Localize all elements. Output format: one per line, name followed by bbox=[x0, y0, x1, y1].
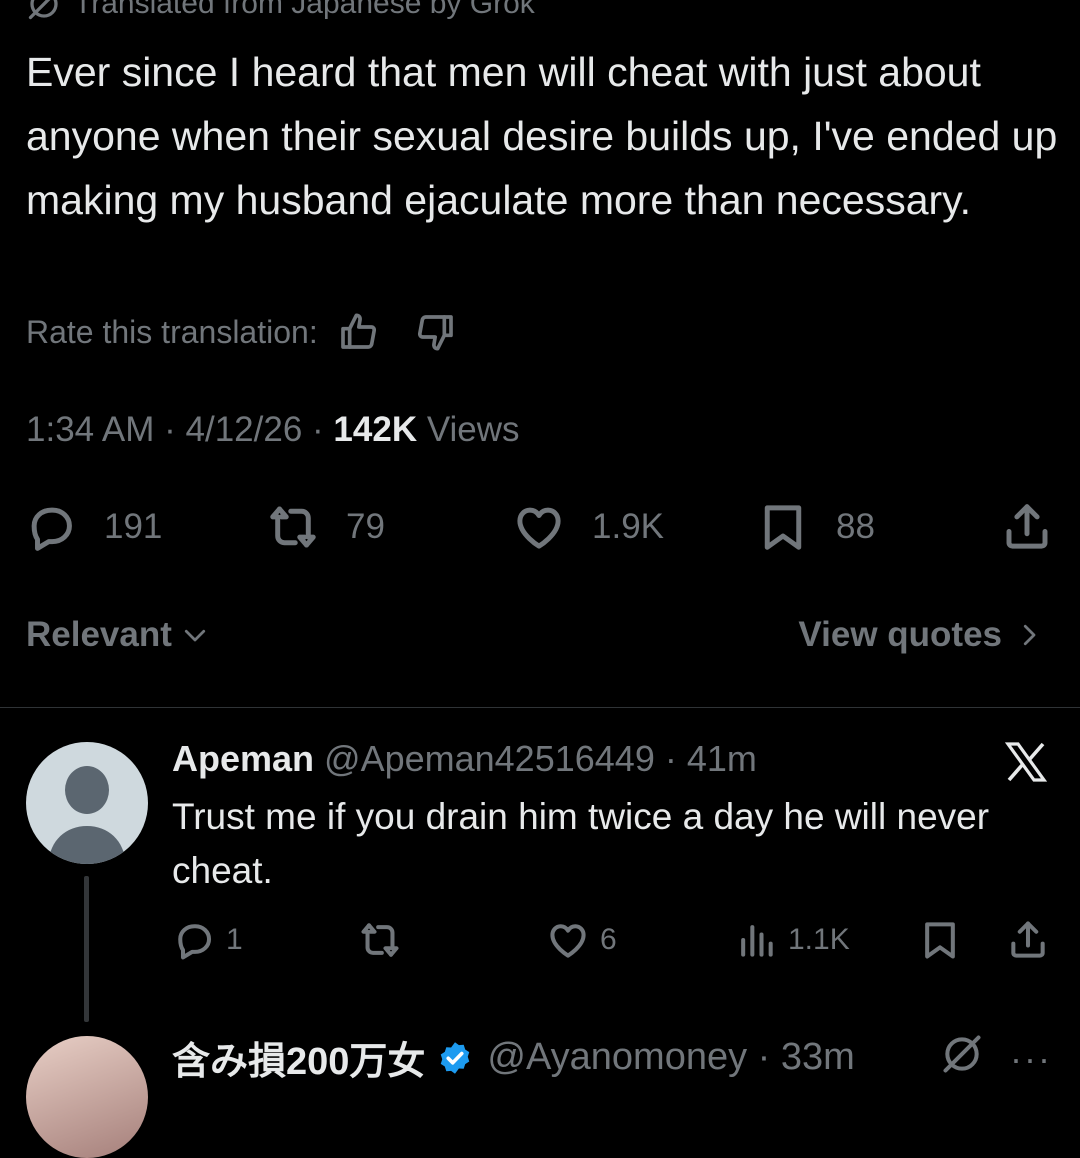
tweet-text: Ever since I heard that men will cheat w… bbox=[26, 49, 1058, 223]
default-avatar-icon bbox=[48, 766, 126, 864]
tweet-meta: 1:34 AM · 4/12/26 · 142K Views bbox=[26, 410, 520, 449]
reply-action-bar: 1 6 1.1K bbox=[0, 918, 1080, 964]
share-button[interactable] bbox=[1000, 500, 1054, 554]
sort-dropdown[interactable]: Relevant bbox=[26, 615, 210, 655]
reply2-author-handle[interactable]: @Ayanomoney · 33m bbox=[487, 1036, 854, 1079]
views-count: 142K bbox=[333, 410, 418, 449]
sort-label: Relevant bbox=[26, 615, 172, 654]
grok-icon bbox=[28, 0, 58, 20]
view-quotes-label: View quotes bbox=[798, 615, 1002, 654]
thumbs-up-icon[interactable] bbox=[338, 312, 378, 352]
bookmark-icon bbox=[925, 922, 955, 959]
view-quotes-link[interactable]: View quotes bbox=[798, 615, 1044, 655]
tweet-date[interactable]: 4/12/26 bbox=[186, 410, 303, 449]
bookmark-icon bbox=[764, 505, 802, 550]
repost-icon bbox=[270, 506, 316, 548]
reply-bookmark-button[interactable] bbox=[918, 918, 962, 962]
reply-header: Apeman @Apeman42516449 · 41m bbox=[172, 738, 757, 780]
views-icon bbox=[741, 925, 773, 957]
reply-views-button[interactable]: 1.1K bbox=[734, 918, 850, 962]
reply-like-count: 6 bbox=[600, 923, 617, 956]
translation-header: Translated from Japanese by Grok bbox=[26, 0, 535, 22]
reply-icon bbox=[178, 924, 212, 960]
avatar[interactable] bbox=[26, 742, 148, 864]
share-icon bbox=[1011, 921, 1045, 958]
repost-count: 79 bbox=[346, 507, 385, 546]
divider bbox=[0, 707, 1080, 708]
heart-icon bbox=[517, 507, 561, 549]
share-icon bbox=[1006, 504, 1048, 549]
chevron-right-icon bbox=[1023, 624, 1036, 646]
repost-button[interactable]: 79 bbox=[266, 500, 385, 554]
reply2-author-name[interactable]: 含み損200万女 bbox=[172, 1030, 425, 1085]
rate-translation-row: Rate this translation: bbox=[26, 312, 456, 352]
repost-icon bbox=[361, 923, 399, 957]
tweet-time[interactable]: 1:34 AM bbox=[26, 410, 154, 449]
reply-text: Trust me if you drain him twice a day he… bbox=[172, 796, 990, 891]
reply-author-handle[interactable]: @Apeman42516449 · 41m bbox=[314, 738, 757, 779]
reply-share-button[interactable] bbox=[1006, 918, 1050, 962]
bookmark-button[interactable]: 88 bbox=[756, 500, 875, 554]
tweet-action-bar: 191 79 1.9K 88 bbox=[0, 500, 1080, 556]
rate-translation-label: Rate this translation: bbox=[26, 313, 318, 350]
reply-icon bbox=[31, 507, 72, 551]
like-count: 1.9K bbox=[592, 507, 664, 546]
grok-icon[interactable] bbox=[940, 1032, 984, 1076]
reply-views-count: 1.1K bbox=[788, 923, 850, 956]
more-options-icon[interactable]: ··· bbox=[1010, 1038, 1052, 1080]
thumbs-down-icon[interactable] bbox=[416, 312, 456, 352]
views-label: Views bbox=[417, 410, 520, 449]
avatar[interactable] bbox=[26, 1036, 148, 1158]
like-button[interactable]: 1.9K bbox=[512, 500, 664, 554]
reply2-header: 含み損200万女 @Ayanomoney · 33m bbox=[172, 1030, 855, 1085]
reply-like-button[interactable]: 6 bbox=[546, 918, 617, 962]
chevron-down-icon bbox=[184, 629, 206, 642]
reply-button[interactable]: 191 bbox=[24, 500, 162, 554]
x-logo-icon bbox=[1004, 742, 1048, 782]
reply-repost-button[interactable] bbox=[358, 918, 412, 962]
heart-icon bbox=[550, 924, 586, 958]
translation-label: Translated from Japanese by Grok bbox=[74, 0, 535, 20]
reply-reply-count: 1 bbox=[226, 923, 243, 956]
reply-reply-button[interactable]: 1 bbox=[172, 918, 243, 962]
reply-author-name[interactable]: Apeman bbox=[172, 738, 314, 779]
bookmark-count: 88 bbox=[836, 507, 875, 546]
verified-badge-icon bbox=[441, 1041, 470, 1074]
reply-count: 191 bbox=[104, 507, 163, 546]
